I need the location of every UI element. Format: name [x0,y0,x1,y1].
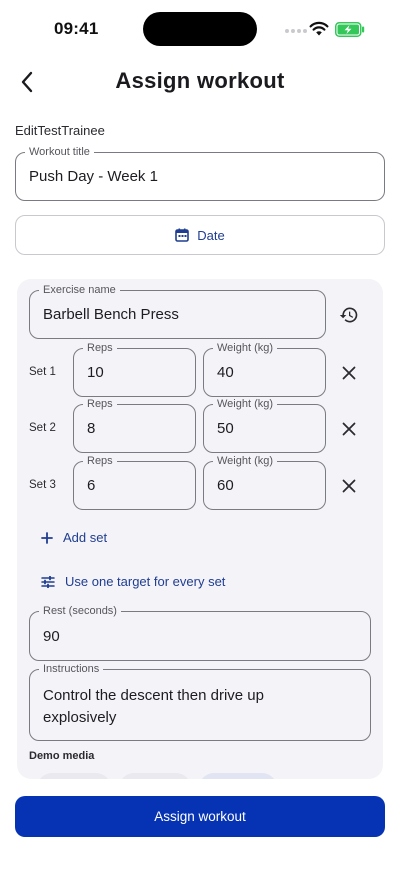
set-2-weight-value: 50 [217,420,234,437]
set-2-remove-button[interactable] [337,417,361,441]
tune-icon [41,575,55,588]
exercise-card: Exercise name Barbell Bench Press Set 1 … [17,279,383,779]
plus-icon [41,531,53,544]
set-1-reps-value: 10 [87,364,104,381]
set-3-weight-field[interactable]: Weight (kg) 60 [203,454,326,510]
set-2-reps-field[interactable]: Reps 8 [73,397,196,453]
instructions-label: Instructions [39,662,104,676]
set-3-remove-button[interactable] [337,474,361,498]
calendar-icon [175,228,190,242]
workout-title-field[interactable]: Workout title Push Day - Week 1 [15,145,385,201]
set-1-remove-button[interactable] [337,361,361,385]
wifi-icon [309,21,329,36]
instructions-value: Control the descent then drive up explos… [43,685,264,729]
set-3-reps-field[interactable]: Reps 6 [73,454,196,510]
exercise-name-value: Barbell Bench Press [43,306,179,323]
instructions-field[interactable]: Instructions Control the descent then dr… [29,662,371,741]
set-2-label: Set 2 [29,422,56,434]
instructions-line-2: explosively [43,709,117,726]
set-3-weight-value: 60 [217,477,234,494]
close-icon [342,366,356,380]
status-time: 09:41 [54,19,99,38]
exercise-history-button[interactable] [335,301,363,329]
set-3-reps-value: 6 [87,477,96,494]
dynamic-island [143,12,257,46]
add-set-label: Add set [63,530,108,545]
set-1-label: Set 1 [29,366,56,378]
assign-workout-button[interactable]: Assign workout [15,796,385,837]
date-button-label: Date [197,227,225,243]
battery-charging-icon [335,22,365,37]
demo-media-label: Demo media [29,750,95,762]
cellular-signal-icon [285,29,307,35]
add-set-button[interactable]: Add set [41,530,107,545]
set-2-reps-value: 8 [87,420,96,437]
page-title: Assign workout [115,68,285,93]
close-icon [342,479,356,493]
set-1-weight-field[interactable]: Weight (kg) 40 [203,341,326,397]
set-1-reps-field[interactable]: Reps 10 [73,341,196,397]
set-1-weight-value: 40 [217,364,234,381]
rest-seconds-value: 90 [43,627,60,645]
close-icon [342,422,356,436]
status-bar: 09:41 [0,0,400,58]
date-button[interactable]: Date [15,215,385,255]
set-3-label: Set 3 [29,479,56,491]
rest-seconds-field[interactable]: Rest (seconds) 90 [29,604,371,661]
workout-title-value: Push Day - Week 1 [29,168,158,185]
app-header: Assign workout [0,58,400,106]
instructions-line-1: Control the descent then drive up [43,687,264,704]
history-icon [339,307,358,323]
one-target-button[interactable]: Use one target for every set [41,574,225,589]
exercise-name-field[interactable]: Exercise name Barbell Bench Press [29,283,326,339]
set-2-weight-field[interactable]: Weight (kg) 50 [203,397,326,453]
one-target-label: Use one target for every set [65,574,226,589]
trainee-name: EditTestTrainee [15,123,105,138]
